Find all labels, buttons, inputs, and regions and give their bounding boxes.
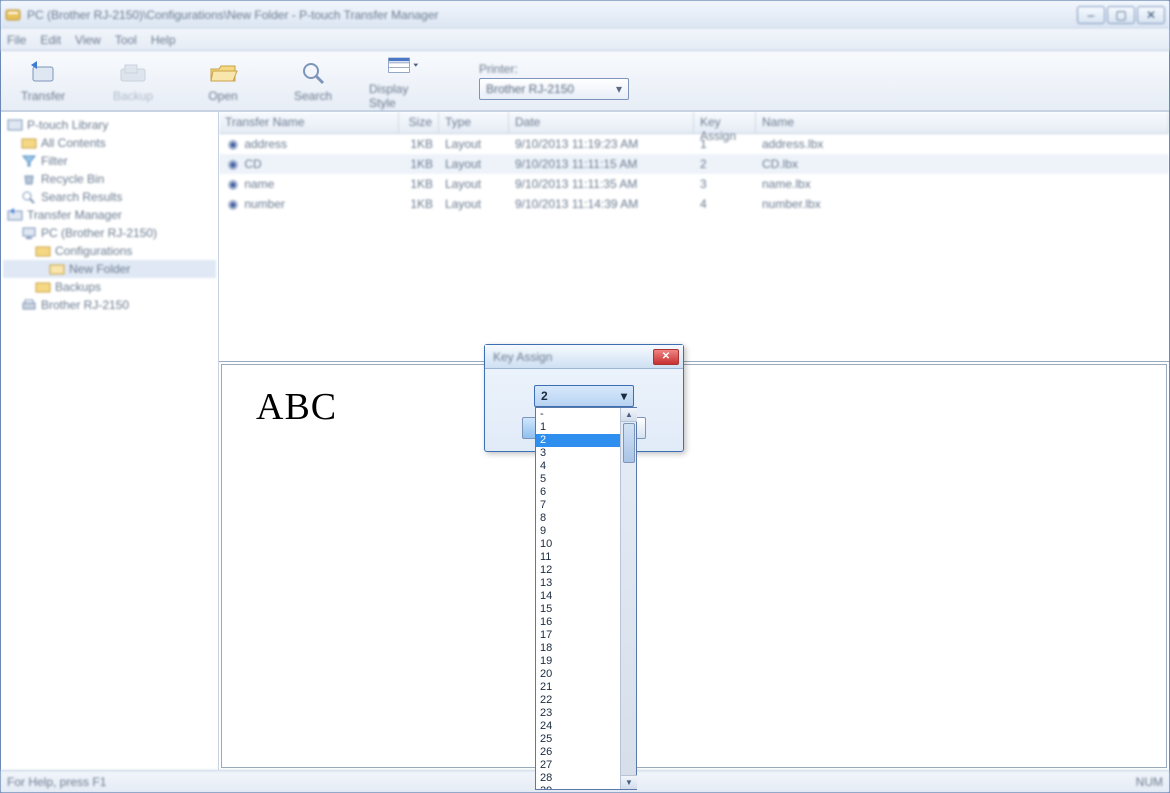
- tree-filter[interactable]: Filter: [3, 152, 216, 170]
- dropdown-option[interactable]: 4: [536, 460, 620, 473]
- dropdown-option[interactable]: 21: [536, 681, 620, 694]
- file-list: Transfer Name Size Type Date Key Assign …: [219, 112, 1169, 362]
- dropdown-option[interactable]: 27: [536, 759, 620, 772]
- tree-configurations[interactable]: Configurations: [3, 242, 216, 260]
- header-transfer-name[interactable]: Transfer Name: [219, 112, 399, 133]
- window-title: PC (Brother RJ-2150)\Configurations\New …: [27, 8, 1077, 22]
- display-style-button[interactable]: Display Style: [369, 52, 437, 110]
- dropdown-scrollbar[interactable]: ▲ ▼: [620, 408, 636, 789]
- transfer-button[interactable]: Transfer: [9, 59, 77, 103]
- folder-open-icon: [207, 59, 239, 87]
- list-row[interactable]: ◉ CD1KBLayout9/10/2013 11:11:15 AM2CD.lb…: [219, 154, 1169, 174]
- transfer-icon: [27, 59, 59, 87]
- scroll-down-button[interactable]: ▼: [621, 775, 637, 789]
- list-row[interactable]: ◉ name1KBLayout9/10/2013 11:11:35 AM3nam…: [219, 174, 1169, 194]
- scroll-up-button[interactable]: ▲: [621, 408, 637, 422]
- header-filename[interactable]: Name: [756, 112, 1169, 133]
- toolbar: Transfer Backup Open Search Display Styl…: [1, 51, 1169, 111]
- header-date[interactable]: Date: [509, 112, 694, 133]
- app-icon: [5, 7, 21, 23]
- dropdown-option[interactable]: 7: [536, 499, 620, 512]
- list-view-icon: [387, 52, 419, 80]
- dropdown-option[interactable]: 13: [536, 577, 620, 590]
- backup-icon: [117, 59, 149, 87]
- menu-file[interactable]: File: [7, 33, 26, 47]
- preview-text: ABC: [256, 385, 337, 429]
- maximize-button[interactable]: ▢: [1107, 6, 1135, 24]
- tree-recycle[interactable]: Recycle Bin: [3, 170, 216, 188]
- dropdown-option[interactable]: 17: [536, 629, 620, 642]
- chevron-down-icon: ▾: [621, 389, 627, 403]
- menu-tool[interactable]: Tool: [115, 33, 137, 47]
- dialog-titlebar: Key Assign ✕: [485, 345, 683, 369]
- list-row[interactable]: ◉ number1KBLayout9/10/2013 11:14:39 AM4n…: [219, 194, 1169, 214]
- minimize-button[interactable]: –: [1077, 6, 1105, 24]
- backup-button: Backup: [99, 59, 167, 103]
- header-key-assign[interactable]: Key Assign: [694, 112, 756, 133]
- right-panel: Transfer Name Size Type Date Key Assign …: [219, 112, 1169, 770]
- header-size[interactable]: Size: [399, 112, 439, 133]
- dropdown-option[interactable]: 20: [536, 668, 620, 681]
- open-button[interactable]: Open: [189, 59, 257, 103]
- printer-select[interactable]: Brother RJ-2150 ▾: [479, 78, 629, 100]
- dropdown-option[interactable]: 12: [536, 564, 620, 577]
- tree-new-folder[interactable]: New Folder: [3, 260, 216, 278]
- dropdown-option[interactable]: -: [536, 408, 620, 421]
- dropdown-option[interactable]: 22: [536, 694, 620, 707]
- dropdown-option[interactable]: 5: [536, 473, 620, 486]
- dropdown-option[interactable]: 6: [536, 486, 620, 499]
- dialog-close-button[interactable]: ✕: [653, 349, 679, 365]
- dialog-title: Key Assign: [489, 350, 552, 364]
- list-header: Transfer Name Size Type Date Key Assign …: [219, 112, 1169, 134]
- printer-label: Printer:: [479, 62, 629, 76]
- dropdown-option[interactable]: 29: [536, 785, 620, 789]
- key-assign-combobox[interactable]: 2 ▾: [534, 385, 634, 407]
- status-num: NUM: [1136, 775, 1163, 789]
- tree-library[interactable]: P-touch Library: [3, 116, 216, 134]
- dropdown-option[interactable]: 23: [536, 707, 620, 720]
- scroll-thumb[interactable]: [623, 423, 635, 463]
- chevron-down-icon: ▾: [616, 82, 622, 96]
- tree-backups[interactable]: Backups: [3, 278, 216, 296]
- dropdown-option[interactable]: 3: [536, 447, 620, 460]
- dropdown-option[interactable]: 28: [536, 772, 620, 785]
- search-button[interactable]: Search: [279, 59, 347, 103]
- tree-pc[interactable]: PC (Brother RJ-2150): [3, 224, 216, 242]
- dropdown-option[interactable]: 25: [536, 733, 620, 746]
- tree-transfer-manager[interactable]: Transfer Manager: [3, 206, 216, 224]
- menu-edit[interactable]: Edit: [40, 33, 61, 47]
- dropdown-option[interactable]: 10: [536, 538, 620, 551]
- dropdown-option[interactable]: 26: [536, 746, 620, 759]
- tree-panel: P-touch Library All Contents Filter Recy…: [1, 112, 219, 770]
- dropdown-option[interactable]: 15: [536, 603, 620, 616]
- tree-printer[interactable]: Brother RJ-2150: [3, 296, 216, 314]
- dropdown-option[interactable]: 18: [536, 642, 620, 655]
- dropdown-option[interactable]: 19: [536, 655, 620, 668]
- app-window: PC (Brother RJ-2150)\Configurations\New …: [0, 0, 1170, 793]
- dropdown-option[interactable]: 24: [536, 720, 620, 733]
- key-assign-dropdown: -123456789101112131415161718192021222324…: [535, 407, 637, 790]
- close-button[interactable]: ✕: [1137, 6, 1165, 24]
- preview-pane: ABC: [221, 364, 1167, 768]
- title-bar: PC (Brother RJ-2150)\Configurations\New …: [1, 1, 1169, 29]
- header-type[interactable]: Type: [439, 112, 509, 133]
- magnifier-icon: [297, 59, 329, 87]
- tree-search-results[interactable]: Search Results: [3, 188, 216, 206]
- dropdown-option[interactable]: 8: [536, 512, 620, 525]
- menu-view[interactable]: View: [75, 33, 101, 47]
- dropdown-option[interactable]: 1: [536, 421, 620, 434]
- status-help: For Help, press F1: [7, 775, 106, 789]
- tree-all-contents[interactable]: All Contents: [3, 134, 216, 152]
- dropdown-option[interactable]: 14: [536, 590, 620, 603]
- dropdown-option[interactable]: 2: [536, 434, 620, 447]
- list-row[interactable]: ◉ address1KBLayout9/10/2013 11:19:23 AM1…: [219, 134, 1169, 154]
- dropdown-option[interactable]: 16: [536, 616, 620, 629]
- dropdown-option[interactable]: 9: [536, 525, 620, 538]
- dropdown-option[interactable]: 11: [536, 551, 620, 564]
- menu-bar: File Edit View Tool Help: [1, 29, 1169, 51]
- menu-help[interactable]: Help: [151, 33, 176, 47]
